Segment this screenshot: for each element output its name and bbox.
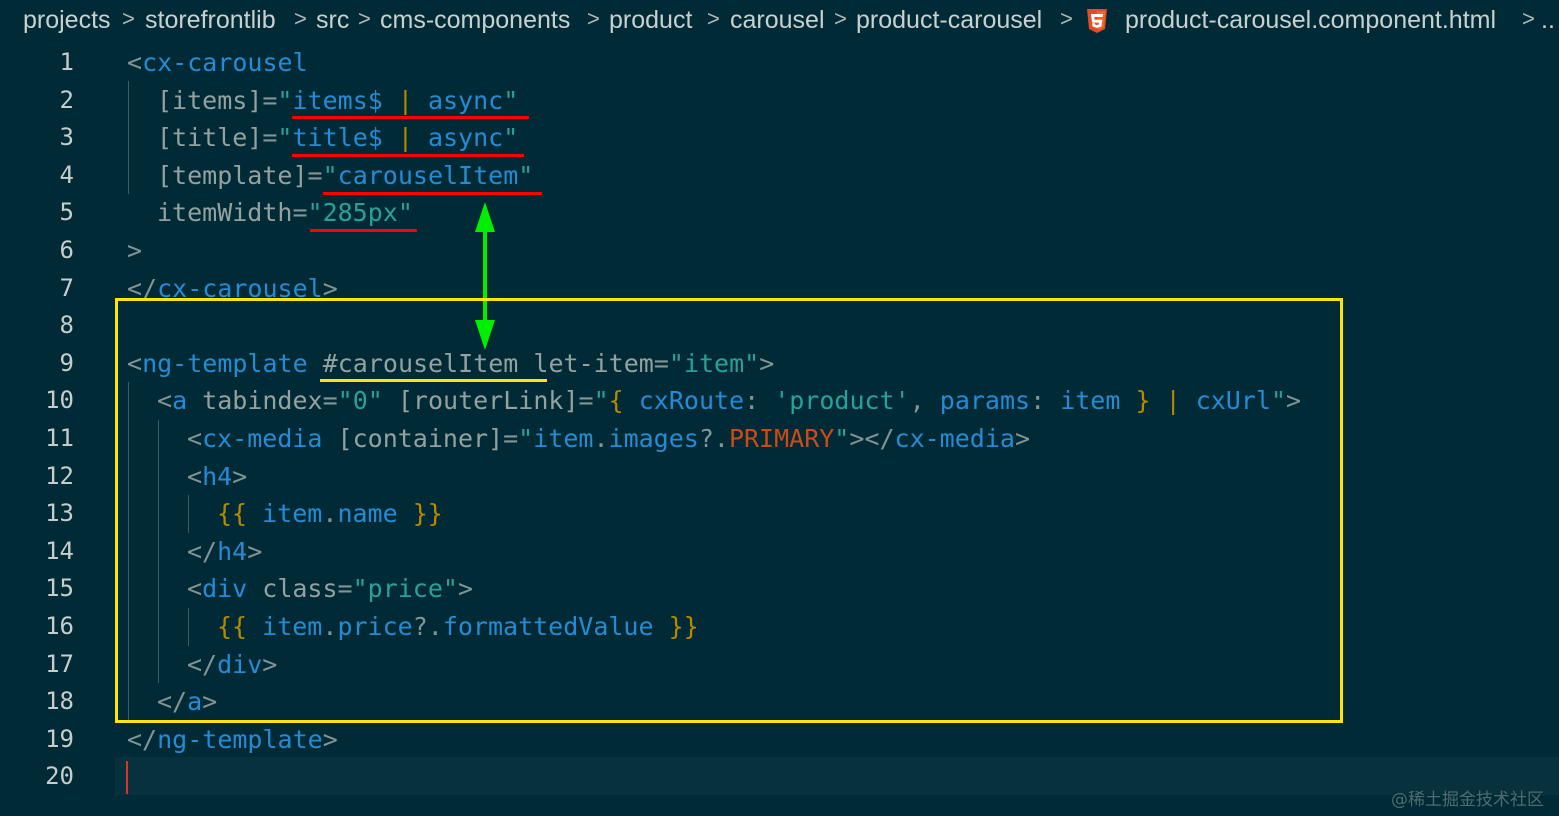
line-number: 11 bbox=[45, 424, 74, 452]
code-token: carouselItem bbox=[337, 160, 519, 190]
code-line[interactable]: 1 <cx-carousel bbox=[0, 44, 1559, 82]
code-line[interactable]: 19 </ng-template> bbox=[0, 721, 1559, 759]
line-number: 14 bbox=[45, 536, 74, 565]
code-token: > bbox=[322, 724, 338, 754]
code-token: | bbox=[397, 123, 413, 153]
line-number: 2 bbox=[59, 85, 74, 114]
line-number: 13 bbox=[45, 499, 74, 528]
line-number: 6 bbox=[59, 236, 74, 264]
code-token: cx-carousel bbox=[142, 48, 308, 77]
watermark: @稀土掘金技术社区 bbox=[1391, 790, 1544, 810]
code-token: = bbox=[307, 160, 323, 190]
breadcrumb-item-product-carousel[interactable]: product-carousel bbox=[856, 6, 1042, 35]
code-token: > bbox=[127, 236, 143, 265]
code-text: > bbox=[127, 232, 142, 270]
code-token: [items] bbox=[157, 85, 263, 115]
code-text: itemWidth="285px" bbox=[157, 194, 413, 232]
code-token: " bbox=[277, 85, 293, 115]
line-number: 17 bbox=[45, 649, 74, 678]
code-token: itemWidth bbox=[157, 198, 293, 228]
code-line[interactable]: 2 [items]="items$ | async" bbox=[0, 82, 1559, 120]
code-line[interactable]: 20 bbox=[0, 758, 1559, 796]
code-token: " bbox=[518, 160, 534, 190]
breadcrumb: projects > storefrontlib > src > cms-com… bbox=[0, 0, 1559, 44]
html5-icon bbox=[1087, 9, 1107, 33]
code-token: = bbox=[292, 198, 308, 228]
breadcrumb-item-cms-components[interactable]: cms-components bbox=[380, 6, 570, 35]
text-cursor bbox=[126, 761, 128, 794]
line-number: 5 bbox=[59, 198, 74, 227]
code-text: [template]="carouselItem" bbox=[157, 157, 533, 195]
code-text: [items]="items$ | async" bbox=[157, 82, 518, 120]
red-underline-title bbox=[292, 154, 524, 157]
breadcrumb-item-src[interactable]: src bbox=[316, 6, 349, 35]
line-number: 4 bbox=[59, 160, 74, 189]
line-number: 9 bbox=[59, 348, 74, 377]
line-number: 16 bbox=[45, 612, 74, 640]
code-text: <cx-carousel bbox=[127, 44, 308, 82]
breadcrumb-separator-icon: > bbox=[122, 6, 135, 31]
code-token: ng-template bbox=[157, 724, 323, 754]
breadcrumb-separator-icon: > bbox=[707, 6, 720, 31]
line-number: 20 bbox=[45, 762, 74, 791]
code-token: " bbox=[503, 123, 519, 153]
breadcrumb-separator-icon: > bbox=[834, 6, 847, 31]
code-token: "285px" bbox=[307, 198, 413, 228]
code-line[interactable]: 4 [template]="carouselItem" bbox=[0, 157, 1559, 195]
breadcrumb-item-storefrontlib[interactable]: storefrontlib bbox=[145, 6, 276, 35]
code-token: " bbox=[322, 160, 338, 190]
breadcrumb-separator-icon: > bbox=[1060, 6, 1073, 31]
breadcrumb-overflow[interactable]: .. bbox=[1541, 6, 1555, 35]
breadcrumb-separator-icon: > bbox=[358, 6, 371, 31]
breadcrumb-item-carousel[interactable]: carousel bbox=[730, 6, 825, 35]
yellow-highlight-box bbox=[115, 298, 1343, 723]
code-token: " bbox=[503, 85, 519, 115]
line-number: 8 bbox=[59, 311, 74, 340]
line-number: 18 bbox=[45, 687, 74, 716]
red-underline-template bbox=[323, 192, 542, 195]
breadcrumb-item-file[interactable]: product-carousel.component.html bbox=[1125, 6, 1496, 35]
line-number: 1 bbox=[59, 48, 74, 76]
code-line[interactable]: 6 > bbox=[0, 232, 1559, 270]
breadcrumb-item-product[interactable]: product bbox=[609, 6, 692, 35]
line-number: 19 bbox=[45, 724, 74, 753]
code-line[interactable]: 3 [title]="title$ | async" bbox=[0, 119, 1559, 157]
line-number: 12 bbox=[45, 461, 74, 490]
breadcrumb-item-projects[interactable]: projects bbox=[23, 6, 111, 35]
code-token: async bbox=[412, 123, 504, 153]
line-number: 10 bbox=[45, 386, 74, 415]
red-underline-items bbox=[292, 116, 529, 119]
code-token: </ bbox=[127, 724, 158, 754]
code-token: = bbox=[262, 123, 278, 153]
code-token: async bbox=[412, 85, 504, 115]
code-text: [title]="title$ | async" bbox=[157, 119, 518, 157]
breadcrumb-separator-icon: > bbox=[1522, 6, 1535, 31]
code-token: = bbox=[262, 85, 278, 115]
code-token: [template] bbox=[157, 160, 308, 190]
code-token: " bbox=[277, 123, 293, 153]
line-number: 3 bbox=[59, 123, 74, 152]
code-token: | bbox=[397, 85, 413, 115]
breadcrumb-separator-icon: > bbox=[294, 6, 307, 31]
code-line[interactable]: 5 itemWidth="285px" bbox=[0, 194, 1559, 232]
code-text: </ng-template> bbox=[127, 721, 338, 759]
line-number: 15 bbox=[45, 574, 74, 603]
breadcrumb-separator-icon: > bbox=[587, 6, 600, 31]
code-token: [title] bbox=[157, 123, 263, 153]
code-token: < bbox=[127, 48, 143, 77]
code-token: title$ bbox=[292, 123, 398, 153]
code-token: items$ bbox=[292, 85, 398, 115]
red-underline-itemwidth bbox=[310, 229, 417, 232]
line-number: 7 bbox=[59, 273, 74, 302]
